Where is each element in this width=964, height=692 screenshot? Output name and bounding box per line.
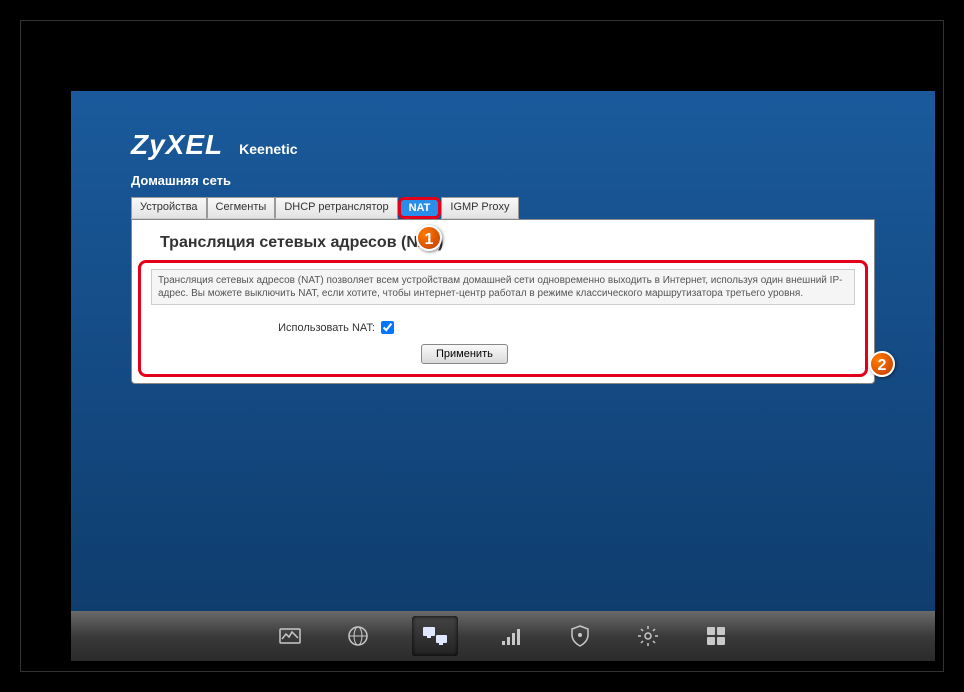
app-window: ZyXEL Keenetic Домашняя сеть Устройства … (20, 20, 944, 672)
brand-logo: ZyXEL (131, 129, 223, 161)
nav-wifi-icon[interactable] (498, 622, 526, 650)
annotation-1: 1 (416, 225, 442, 251)
brand-row: ZyXEL Keenetic (131, 129, 298, 161)
nav-settings-icon[interactable] (634, 622, 662, 650)
bottom-nav (71, 611, 935, 661)
nav-security-icon[interactable] (566, 622, 594, 650)
tab-igmp-proxy[interactable]: IGMP Proxy (441, 197, 518, 219)
nav-internet-icon[interactable] (344, 622, 372, 650)
annotation-2: 2 (869, 351, 895, 377)
tab-dhcp-relay[interactable]: DHCP ретранслятор (275, 197, 397, 219)
panel-description: Трансляция сетевых адресов (NAT) позволя… (151, 269, 855, 305)
nat-checkbox[interactable] (381, 321, 394, 334)
nat-checkbox-label: Использовать NAT: (151, 322, 381, 334)
content-panel: Трансляция сетевых адресов (NAT) Трансля… (131, 219, 875, 384)
nav-apps-icon[interactable] (702, 622, 730, 650)
tab-devices[interactable]: Устройства (131, 197, 207, 219)
panel-title: Трансляция сетевых адресов (NAT) (132, 220, 874, 260)
apply-button[interactable]: Применить (421, 344, 508, 364)
brand-model: Keenetic (239, 141, 297, 157)
nat-toggle-row: Использовать NAT: (141, 311, 865, 340)
tab-nat[interactable]: NAT (398, 197, 442, 219)
button-row: Применить (141, 340, 865, 374)
tab-bar: Устройства Сегменты DHCP ретранслятор NA… (131, 197, 519, 219)
highlighted-form: Трансляция сетевых адресов (NAT) позволя… (138, 260, 868, 377)
section-title: Домашняя сеть (131, 173, 231, 188)
tab-segments[interactable]: Сегменты (207, 197, 276, 219)
nav-home-network-icon[interactable] (412, 616, 458, 656)
nav-status-icon[interactable] (276, 622, 304, 650)
